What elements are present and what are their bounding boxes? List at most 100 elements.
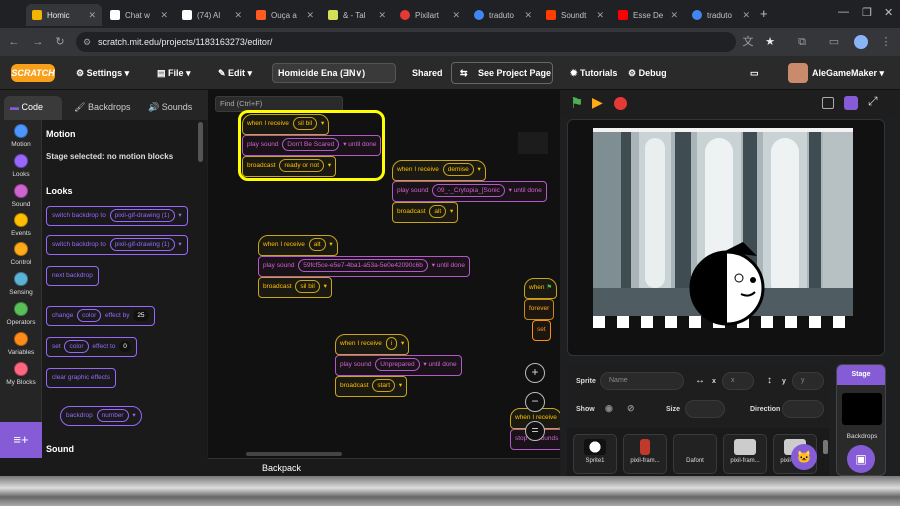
sprite-tile[interactable]: pixil-fram... [623, 434, 667, 474]
category-motion[interactable]: Motion [0, 124, 42, 148]
close-tab-icon[interactable]: ✕ [742, 10, 750, 21]
script-sil-bil[interactable]: when I receive sil bil ▾ play sound Don'… [237, 110, 386, 181]
close-tab-icon[interactable]: ✕ [234, 10, 242, 21]
browser-tab[interactable]: Esse De ✕ [612, 4, 684, 26]
profile-avatar[interactable] [854, 35, 868, 49]
find-blocks-input[interactable]: Find (Ctrl+F) [215, 96, 343, 112]
forever-block[interactable]: forever [524, 299, 555, 320]
script-demise[interactable]: when I receive demise ▾ play sound 09_-_… [392, 160, 547, 223]
set-variable-block[interactable]: set [532, 320, 551, 341]
workspace-scrollbar[interactable] [518, 132, 548, 154]
user-menu[interactable]: AleGameMaker ▾ [812, 65, 884, 81]
effect-dropdown[interactable]: color [64, 340, 89, 353]
zoom-out-button[interactable]: − [525, 392, 545, 412]
when-i-receive-hat[interactable]: when I receive sil bil ▾ [242, 114, 330, 135]
browser-tab-homicide[interactable]: Homic ✕ [26, 4, 102, 26]
choose-sprite-cat-icon[interactable]: 🐱 [791, 444, 817, 470]
backdrop-dropdown[interactable]: pixil-gif-drawing (1) [109, 209, 175, 222]
x-input[interactable]: x [722, 372, 754, 390]
site-info-icon[interactable]: ⚙ [83, 32, 91, 52]
tab-code[interactable]: ▬ Code [4, 96, 62, 120]
settings-menu[interactable]: ⚙ Settings ▾ [76, 65, 129, 81]
close-tab-icon[interactable]: ✕ [596, 10, 604, 21]
close-tab-icon[interactable]: ✕ [88, 10, 96, 21]
zoom-reset-button[interactable]: = [525, 421, 545, 441]
browser-tab[interactable]: (74) Al ✕ [176, 4, 248, 26]
browser-tab[interactable]: & - Tal ✕ [322, 4, 392, 26]
play-sound-until-done-block[interactable]: play sound Unprepared ▾ until done [335, 355, 462, 376]
script-alt[interactable]: when I receive alt ▾ play sound 59fcf5ce… [258, 235, 470, 298]
green-flag-icon[interactable]: ⚑ [570, 94, 583, 112]
message-dropdown[interactable]: alt [308, 238, 326, 251]
effect-value-input[interactable]: 0 [119, 341, 131, 352]
sprite-list-scrollbar[interactable] [823, 440, 828, 454]
sidebar-icon[interactable]: ▭ [826, 34, 842, 50]
tutorials-button[interactable]: ✹ Tutorials [570, 65, 617, 81]
when-i-receive-hat[interactable]: when I receive alt ▾ [258, 235, 338, 256]
category-my-blocks[interactable]: My Blocks [0, 362, 42, 386]
url-field[interactable]: ⚙ scratch.mit.edu/projects/1183163273/ed… [76, 32, 736, 52]
browser-tab[interactable]: Chat w ✕ [104, 4, 174, 26]
message-dropdown[interactable]: sil bil [292, 117, 318, 130]
close-tab-icon[interactable]: ✕ [452, 10, 460, 21]
sprite-name-input[interactable]: Name [600, 372, 684, 390]
code-workspace[interactable]: Find (Ctrl+F) when I receive sil bil ▾ p… [208, 90, 560, 458]
change-effect-block[interactable]: change color effect by 25 [46, 306, 155, 326]
category-control[interactable]: Control [0, 242, 42, 266]
category-variables[interactable]: Variables [0, 332, 42, 356]
new-tab-icon[interactable]: + [760, 6, 768, 21]
next-backdrop-block[interactable]: next backdrop [46, 266, 99, 286]
fullscreen-icon[interactable]: ⤢ [868, 94, 878, 109]
broadcast-block[interactable]: broadcast start ▾ [335, 376, 408, 397]
y-input[interactable]: y [792, 372, 824, 390]
category-operators[interactable]: Operators [0, 302, 42, 326]
back-arrow-icon[interactable]: ← [6, 34, 22, 50]
sound-dropdown[interactable]: Unprepared [375, 358, 420, 371]
browser-tab[interactable]: Soundt ✕ [540, 4, 610, 26]
choose-backdrop-icon[interactable]: ▣ [847, 445, 875, 473]
message-dropdown[interactable]: alt [429, 205, 447, 218]
sound-dropdown[interactable]: 09_-_Crytopia_[Sonic [432, 184, 505, 197]
hide-eye-icon[interactable]: ⊘ [627, 403, 635, 414]
play-sound-until-done-block[interactable]: play sound Don't Be Scared ▾ until done [242, 135, 382, 156]
size-input[interactable] [685, 400, 725, 418]
reload-icon[interactable]: ↻ [52, 34, 68, 50]
normal-stage-icon[interactable] [844, 96, 858, 110]
browser-tab[interactable]: Pixilart ✕ [394, 4, 466, 26]
scratch-logo[interactable]: SCRATCH [11, 64, 55, 82]
when-flag-clicked-hat[interactable]: when ⚑ [524, 278, 558, 299]
effect-dropdown[interactable]: color [77, 309, 102, 322]
star-icon[interactable]: ★ [762, 34, 778, 50]
my-stuff-folder-icon[interactable]: ▭ [750, 65, 759, 81]
close-tab-icon[interactable]: ✕ [306, 10, 314, 21]
switch-backdrop-block[interactable]: switch backdrop to pixil-gif-drawing (1)… [46, 206, 188, 226]
see-project-page-button[interactable]: ⇆ See Project Page [451, 62, 553, 84]
script-i[interactable]: when I receive i ▾ play sound Unprepared… [335, 334, 462, 397]
forward-arrow-icon[interactable]: → [30, 34, 46, 50]
extensions-icon[interactable]: ⧉ [794, 34, 810, 50]
broadcast-block[interactable]: broadcast ready or not ▾ [242, 156, 337, 177]
file-menu[interactable]: ▤ File ▾ [157, 65, 191, 81]
project-title-input[interactable]: Homicide Ena (ƎN∨) [272, 63, 396, 83]
stage-canvas[interactable] [593, 128, 853, 332]
backdrop-property-dropdown[interactable]: number [96, 409, 129, 422]
browser-tab[interactable]: traduto ✕ [686, 4, 756, 26]
backpack-bar[interactable]: Backpack [208, 458, 560, 476]
message-dropdown[interactable]: ready or not [279, 159, 325, 172]
translate-icon[interactable]: 文 [740, 34, 756, 50]
category-looks[interactable]: Looks [0, 154, 42, 178]
stage-selector[interactable]: Stage Backdrops ▣ [836, 364, 886, 476]
broadcast-block[interactable]: broadcast alt ▾ [392, 202, 459, 223]
backdrop-reporter-block[interactable]: backdrop number ▾ [60, 406, 142, 426]
sound-dropdown[interactable]: 59fcf5ce-e5e7-4ba1-a53a-5e0e42090c6b [298, 259, 428, 272]
sprite-tile[interactable]: Dafont [673, 434, 717, 474]
show-eye-icon[interactable]: ◉ [605, 403, 613, 414]
user-avatar[interactable] [788, 63, 808, 83]
workspace-h-scrollbar[interactable] [246, 452, 342, 456]
close-window-icon[interactable]: ✕ [884, 6, 893, 19]
browser-tab[interactable]: Ouça a ✕ [250, 4, 320, 26]
turbo-play-icon[interactable]: ▶ [592, 94, 603, 111]
close-tab-icon[interactable]: ✕ [378, 10, 386, 21]
tab-backdrops[interactable]: 🖌 Backdrops [68, 96, 136, 120]
message-dropdown[interactable]: sil bil [295, 280, 320, 293]
